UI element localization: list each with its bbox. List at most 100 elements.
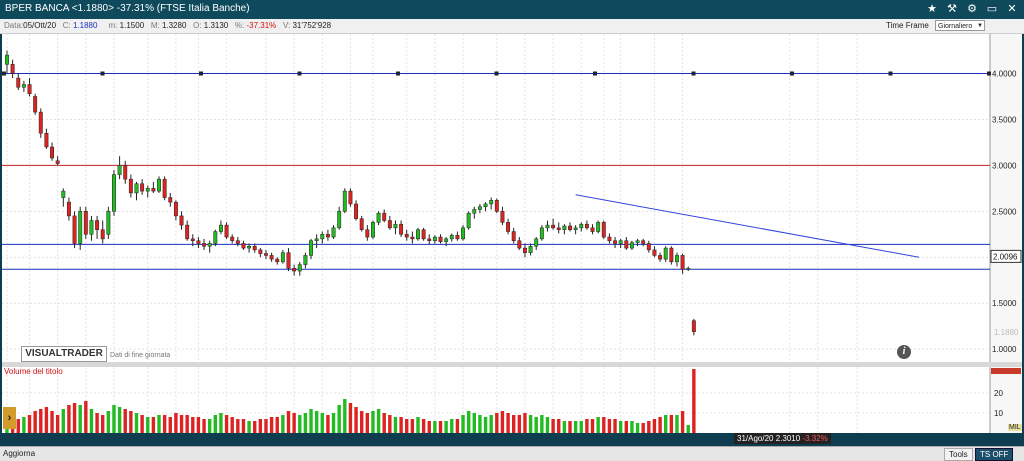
volume-bar — [562, 421, 567, 433]
candle — [112, 174, 116, 212]
candle — [371, 222, 375, 238]
volume-bar — [224, 415, 229, 433]
candle — [449, 234, 454, 240]
volume-bar — [112, 405, 116, 433]
candle — [382, 212, 387, 221]
line-handle — [593, 71, 597, 76]
volume-bar — [202, 419, 206, 433]
volume-bar — [264, 419, 268, 433]
candle — [5, 54, 9, 65]
volume-bar — [106, 411, 111, 433]
close-icon[interactable]: ✕ — [1004, 1, 1020, 17]
chevron-right-icon[interactable]: › — [3, 407, 16, 429]
candle — [421, 229, 426, 240]
tools-button[interactable]: Tools — [944, 448, 973, 461]
candle — [404, 234, 409, 238]
panel-separator — [2, 362, 1022, 367]
volume-bar — [585, 419, 589, 433]
candle — [157, 178, 161, 192]
volume-bar — [641, 423, 645, 433]
volume-bar — [365, 413, 370, 433]
candle — [494, 200, 499, 212]
candle — [354, 203, 359, 219]
candle — [320, 234, 325, 240]
volume-bar — [253, 421, 257, 433]
title-bar: BPER BANCA <1.1880> -37.31% (FTSE Italia… — [0, 0, 1024, 19]
candle — [359, 218, 364, 230]
candle — [534, 238, 539, 247]
timeframe-select[interactable]: Giornaliero ▼ — [935, 20, 985, 31]
candle — [680, 255, 685, 270]
volume-bar — [101, 415, 105, 433]
line-handle — [2, 71, 6, 76]
candle — [444, 238, 449, 242]
star-icon[interactable]: ★ — [924, 1, 940, 17]
volume-bar — [168, 417, 172, 433]
aggiorna-label[interactable]: Aggiorna — [3, 449, 35, 458]
info-icon[interactable]: i — [897, 345, 911, 359]
candle — [72, 215, 77, 244]
candle — [545, 224, 550, 229]
volume-bar — [652, 419, 657, 433]
volume-bar — [331, 413, 336, 433]
volume-bar — [174, 413, 178, 433]
tooltip-pct: -3.32% — [802, 434, 828, 443]
volume-bar — [478, 415, 482, 433]
volume-bar — [258, 419, 263, 433]
volume-bar — [573, 421, 578, 433]
candle — [675, 255, 679, 263]
volume-bar — [84, 401, 88, 433]
price-chart[interactable]: 1.00001.50002.00002.50003.00003.50004.00… — [2, 34, 1022, 444]
volume-bar — [647, 421, 651, 433]
chart-area[interactable]: 1.00001.50002.00002.50003.00003.50004.00… — [2, 34, 1022, 444]
candle — [646, 243, 651, 251]
volume-bar — [495, 413, 499, 433]
candle — [489, 200, 494, 205]
candle — [500, 211, 505, 223]
candle — [629, 242, 634, 249]
candle — [123, 165, 128, 180]
minimize-icon[interactable]: ▭ — [984, 1, 1000, 17]
wrench-icon[interactable]: ⚒ — [944, 1, 960, 17]
candle — [275, 258, 280, 263]
candle — [224, 224, 229, 238]
candle — [100, 229, 105, 240]
volume-bar — [33, 411, 37, 433]
close-key: C: — [62, 21, 71, 30]
volume-bar — [382, 413, 386, 433]
open-key: O: — [193, 21, 202, 30]
candle — [539, 227, 544, 240]
candle — [292, 268, 297, 272]
candle — [376, 212, 381, 223]
candle — [140, 183, 145, 192]
candle — [438, 236, 443, 242]
candle — [635, 240, 640, 243]
candle — [562, 225, 567, 230]
current-price-label: 1.1880 — [994, 328, 1019, 337]
line-handle — [100, 71, 105, 76]
candle — [466, 212, 471, 229]
gear-icon[interactable]: ⚙ — [964, 1, 980, 17]
line-handle — [494, 71, 499, 76]
volume-bar — [134, 413, 139, 433]
candle — [269, 255, 274, 260]
max-key: M: — [150, 21, 160, 30]
ts-off-button[interactable]: TS OFF — [975, 448, 1014, 461]
volume-bar — [489, 415, 493, 433]
volume-bar — [16, 419, 20, 433]
pct-value: -37.31% — [246, 21, 277, 30]
close-value: 1.1880 — [72, 21, 98, 30]
candle — [190, 238, 195, 241]
candle — [27, 84, 32, 94]
volume-bar — [219, 413, 223, 433]
volume-bar — [624, 421, 628, 433]
volume-bar — [213, 415, 218, 433]
volume-bar — [534, 417, 538, 433]
line-handle — [987, 71, 991, 76]
volume-bar — [421, 419, 426, 433]
candle — [314, 238, 319, 241]
volume-bar — [50, 411, 54, 433]
candle — [309, 240, 313, 256]
candle — [461, 227, 465, 240]
volume-bar — [314, 411, 319, 433]
